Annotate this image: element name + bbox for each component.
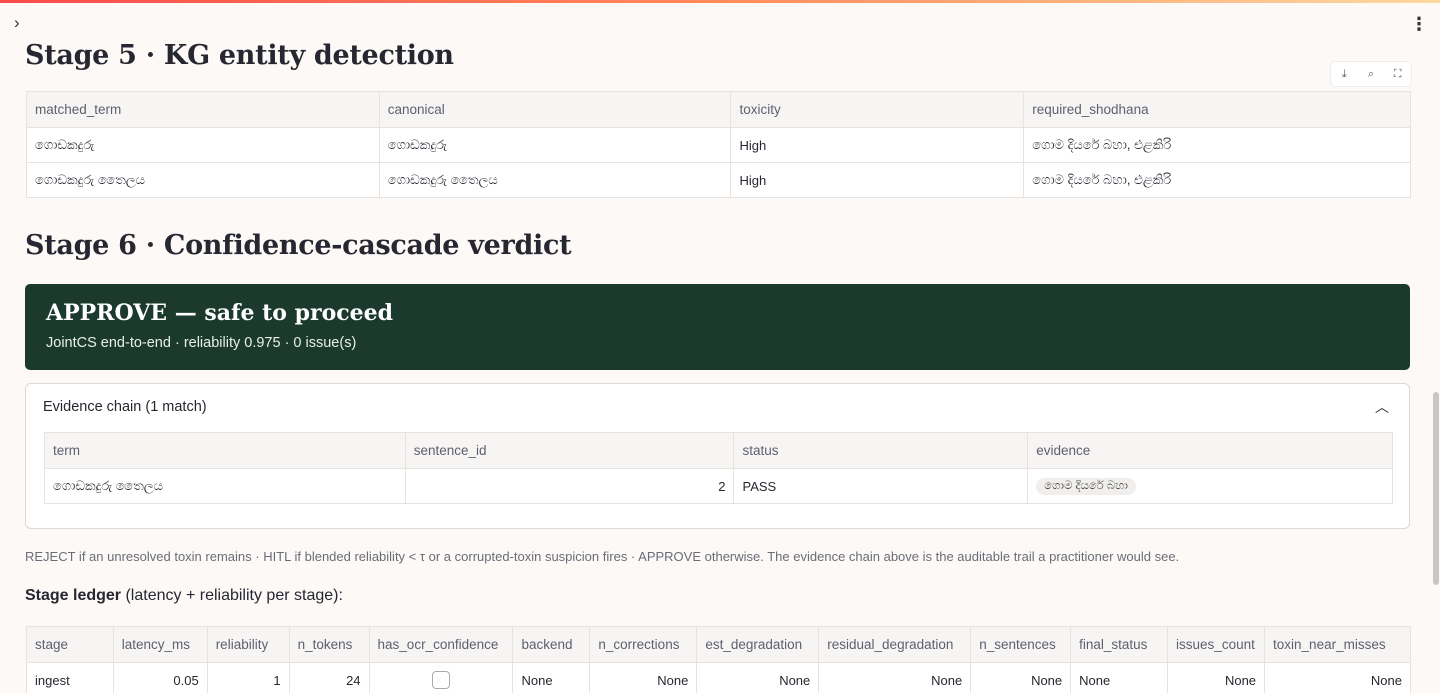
table-cell[interactable]: None [512,662,591,693]
table-cell[interactable]: None [1264,662,1411,693]
table-cell[interactable]: None [970,662,1072,693]
table-row[interactable]: ගොඩකදුරු තෛලය 2 PASS ගොම දියරේ බහා [44,468,1393,504]
column-header[interactable]: required_shodhana [1023,91,1411,128]
table-cell[interactable]: ගොඩකදුරු තෛලය [26,162,380,198]
table-cell[interactable]: None [1070,662,1169,693]
column-header[interactable]: stage [26,626,114,663]
ledger-subtitle: (latency + reliability per stage): [121,587,343,604]
table-cell[interactable]: 24 [288,662,370,693]
table-cell[interactable]: PASS [733,468,1029,504]
table-cell[interactable]: ingest [26,662,114,693]
evidence-table[interactable]: term sentence_id status evidence ගොඩකදුර… [44,432,1393,504]
evidence-chip: ගොම දියරේ බහා [1036,478,1136,495]
column-header[interactable]: n_tokens [288,626,370,663]
column-header[interactable]: latency_ms [112,626,208,663]
column-header[interactable]: status [733,432,1029,469]
stage-ledger-table[interactable]: stage latency_ms reliability n_tokens ha… [26,626,1411,693]
expander-label[interactable]: Evidence chain (1 match) [43,399,207,415]
stage-ledger-heading: Stage ledger (latency + reliability per … [25,587,343,605]
table-cell[interactable]: High [730,127,1025,163]
table-cell[interactable]: None [818,662,972,693]
table-cell[interactable]: 1 [206,662,290,693]
verdict-banner: APPROVE — safe to proceed JointCS end-to… [25,284,1410,370]
column-header[interactable]: n_corrections [589,626,698,663]
table-cell[interactable]: None [589,662,698,693]
table-cell[interactable]: ගොඩකදුරු තෛලය [378,162,732,198]
table-cell[interactable]: ගොඩකදුරු තෛලය [44,468,406,504]
column-header[interactable]: sentence_id [404,432,735,469]
verdict-subtitle: JointCS end-to-end · reliability 0.975 ·… [46,335,357,351]
table-row[interactable]: ගොඩකදුරු තෛලය ගොඩකදුරු තෛලය High ගොම දිය… [26,162,1411,198]
ocr-confidence-checkbox[interactable] [432,671,450,689]
column-header[interactable]: toxicity [730,91,1025,128]
stage5-table[interactable]: matched_term canonical toxicity required… [26,91,1411,198]
column-header[interactable]: evidence [1027,432,1393,469]
column-header[interactable]: est_degradation [696,626,820,663]
column-header[interactable]: n_sentences [970,626,1072,663]
dataframe-toolbar: ⤓ ⌕ ⛶ [1331,62,1411,86]
sidebar-toggle-chevron-right-icon[interactable]: › [14,14,32,32]
column-header[interactable]: final_status [1070,626,1169,663]
table-cell[interactable]: ගොඩකදුරු [26,127,380,163]
table-cell[interactable]: ගොම දියරේ බහා, එළකිරි [1023,127,1411,163]
table-row[interactable]: ingest 0.05 1 24 None None None None Non… [26,662,1411,693]
download-icon[interactable]: ⤓ [1336,68,1352,81]
ledger-title: Stage ledger [25,587,122,604]
verdict-title: APPROVE — safe to proceed [46,300,394,326]
table-cell[interactable]: 2 [404,468,735,504]
table-cell[interactable]: ගොම දියරේ බහා [1027,468,1393,504]
page-scrollbar[interactable] [1433,392,1439,585]
column-header[interactable]: term [44,432,406,469]
stage5-heading: Stage 5 · KG entity detection [25,40,454,71]
fullscreen-icon[interactable]: ⛶ [1390,68,1406,81]
table-cell[interactable]: ගොඩකදුරු [378,127,732,163]
column-header[interactable]: issues_count [1167,626,1266,663]
column-header[interactable]: residual_degradation [818,626,972,663]
table-cell[interactable]: ගොම දියරේ බහා, එළකිරි [1023,162,1411,198]
table-row[interactable]: ගොඩකදුරු ගොඩකදුරු High ගොම දියරේ බහා, එළ… [26,127,1411,163]
table-cell[interactable]: 0.05 [112,662,208,693]
table-cell[interactable] [368,662,514,693]
column-header[interactable]: canonical [378,91,732,128]
verdict-caption: REJECT if an unresolved toxin remains · … [25,549,1180,564]
column-header[interactable]: reliability [206,626,290,663]
chevron-up-icon[interactable]: ︿ [1375,397,1389,417]
column-header[interactable]: has_ocr_confidence [368,626,514,663]
top-progress-bar [0,0,1440,3]
main-menu-kebab-icon[interactable]: ⋮ [1410,15,1428,33]
table-cell[interactable]: None [696,662,820,693]
stage6-heading: Stage 6 · Confidence-cascade verdict [25,230,572,261]
table-cell[interactable]: High [730,162,1025,198]
search-icon[interactable]: ⌕ [1363,68,1379,81]
column-header[interactable]: backend [512,626,591,663]
column-header[interactable]: matched_term [26,91,380,128]
table-cell[interactable]: None [1167,662,1266,693]
column-header[interactable]: toxin_near_misses [1264,626,1411,663]
